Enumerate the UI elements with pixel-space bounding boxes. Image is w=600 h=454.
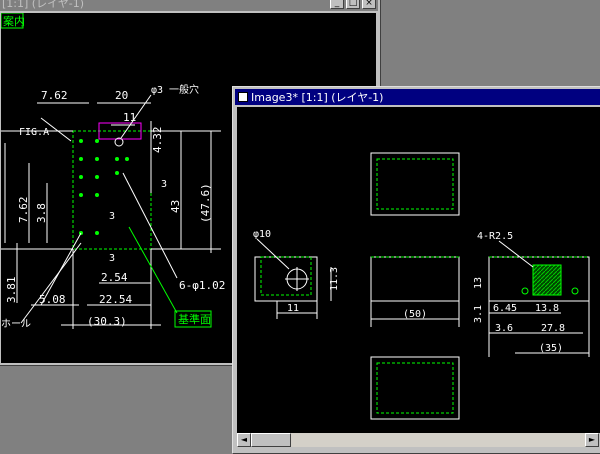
dim-3-6: 3.6	[495, 323, 513, 334]
dim-35: (35)	[539, 343, 563, 354]
bottom-view-outer	[370, 356, 460, 420]
dim-3-1: 3.1	[473, 305, 484, 323]
dim-13-group: 13	[473, 277, 484, 289]
dim-7-62-top: 7.62	[41, 89, 68, 102]
image3-drawing-svg: (50) φ10 11 11.3 4-R2.5 13 3.1 6.45 13.8…	[253, 152, 590, 420]
hole-label: ホール	[1, 318, 31, 330]
top-view-inner	[376, 158, 454, 210]
dim-3-81: 3.81	[5, 277, 18, 304]
back-window-titlebar[interactable]: [1:1] (レイヤ-1) _ □ ×	[0, 0, 378, 11]
dim-47-6-group: (47.6)	[199, 183, 212, 223]
fig-a-label: FIG.A	[19, 127, 49, 138]
image3-drawing-canvas[interactable]: (50) φ10 11 11.3 4-R2.5 13 3.1 6.45 13.8…	[237, 107, 600, 433]
dim-13: 13	[473, 277, 484, 289]
front-view-outer	[370, 256, 460, 302]
close-button[interactable]: ×	[362, 0, 376, 9]
dim-30-3: (30.3)	[87, 315, 127, 328]
dim-47-6: (47.6)	[199, 183, 212, 223]
r2-5-marker-right	[571, 287, 579, 295]
dim-43-group: 43	[169, 200, 182, 213]
dim-11-3-group: 11.3	[329, 267, 340, 291]
r2-5-marker	[521, 287, 529, 295]
bottom-view-inner	[376, 362, 454, 414]
dim-6-phi: 6-φ1.02	[179, 279, 225, 292]
scrollbar-thumb[interactable]	[251, 433, 291, 447]
dim-11-front: 11	[287, 303, 299, 314]
dim-2-54: 2.54	[101, 271, 128, 284]
dim-3-8: 3.8	[35, 203, 48, 223]
dim-phi3: φ3 一般穴	[151, 83, 199, 96]
hatched-region	[532, 264, 562, 296]
dim-43: 43	[169, 200, 182, 213]
dim-50: (50)	[403, 309, 427, 320]
dim-11-3: 11.3	[329, 267, 340, 291]
dim-4-32-group: 4.32	[151, 127, 164, 154]
body-outline	[72, 130, 152, 250]
minimize-button[interactable]: _	[330, 0, 344, 9]
dim-3-c: 3	[161, 179, 167, 190]
ref-leader	[128, 226, 178, 314]
dim-5-08: 5.08	[39, 293, 66, 306]
dim-7-62-side: 7.62	[17, 197, 30, 224]
scroll-right-button[interactable]: ►	[585, 433, 599, 447]
maximize-button[interactable]: □	[346, 0, 360, 9]
dim-22-54: 22.54	[99, 293, 132, 306]
image3-window[interactable]: Image3* [1:1] (レイヤ-1) (50) φ10 11 11.3 4…	[232, 86, 600, 454]
dim-20: 20	[115, 89, 128, 102]
pin-dots	[79, 139, 129, 235]
image3-titlebar[interactable]: Image3* [1:1] (レイヤ-1)	[235, 89, 600, 105]
scroll-left-button[interactable]: ◄	[237, 433, 251, 447]
dim-11: 11	[123, 111, 136, 124]
dim-3-a: 3	[109, 211, 115, 222]
dim-27-8: 27.8	[541, 323, 565, 334]
image3-title: Image3* [1:1] (レイヤ-1)	[251, 91, 384, 104]
guide-label: 案内	[3, 14, 25, 28]
back-window-title: [1:1] (レイヤ-1)	[2, 0, 85, 10]
dim-6-45: 6.45	[493, 303, 517, 314]
dim-phi10: φ10	[253, 229, 271, 240]
dim-3-b: 3	[109, 253, 115, 264]
document-icon	[238, 92, 248, 102]
dim-4-32: 4.32	[151, 127, 164, 154]
horizontal-scrollbar[interactable]: ◄ ►	[237, 433, 599, 447]
dim-13-8: 13.8	[535, 303, 559, 314]
r2-5-leader	[498, 240, 534, 268]
dim-7-62-side-group: 7.62	[17, 197, 30, 224]
ref-label: 基準面	[178, 312, 211, 326]
side-view-left-inner	[260, 256, 312, 296]
dim-3-1-group: 3.1	[473, 305, 484, 323]
dim-3-81-group: 3.81	[5, 277, 18, 304]
phi10-leader	[256, 238, 290, 270]
top-view-outer	[370, 152, 460, 216]
dim-3-8-group: 3.8	[35, 203, 48, 223]
dim-4-r2-5: 4-R2.5	[477, 231, 513, 242]
